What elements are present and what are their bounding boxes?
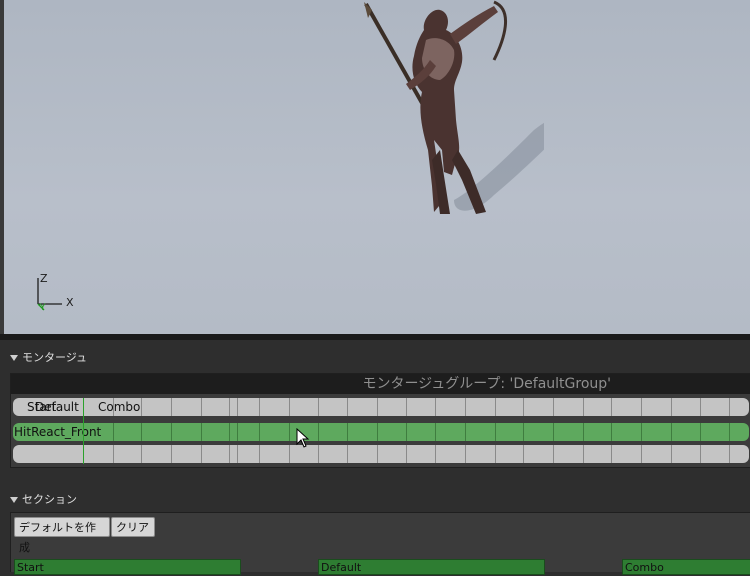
track-cell-divider [553, 423, 554, 441]
track-cell-divider [465, 445, 466, 463]
track-cell-divider [583, 445, 584, 463]
track-cell-divider [523, 398, 524, 416]
collapse-arrow-icon[interactable] [10, 354, 18, 361]
collapse-arrow-icon[interactable] [10, 496, 18, 503]
track-cell-divider [611, 445, 612, 463]
montage-header-label: モンタージュ [22, 351, 88, 364]
track-cell-divider [435, 398, 436, 416]
track-cell-divider [377, 445, 378, 463]
track-cell-divider [347, 423, 348, 441]
track-cell-divider [671, 423, 672, 441]
track-cell-divider [641, 445, 642, 463]
track-cell-divider [700, 423, 701, 441]
track-cell-divider [171, 398, 172, 416]
track-cell-divider [406, 423, 407, 441]
section-track[interactable]: Start Default Combo [13, 398, 749, 416]
track-cell-divider [729, 398, 730, 416]
track-cell-divider [377, 423, 378, 441]
track-cell-divider [237, 445, 238, 463]
x-axis-label: X [66, 296, 74, 309]
track-cell-divider [259, 398, 260, 416]
track-cell-divider [700, 445, 701, 463]
track-cell-divider [318, 445, 319, 463]
slot-track[interactable]: HitReact_Front [13, 423, 749, 441]
track-cell-divider [201, 398, 202, 416]
track-cell-divider [583, 398, 584, 416]
track-cell-divider [229, 398, 230, 416]
slot-anim-label[interactable]: HitReact_Front [14, 423, 101, 441]
track-cell-divider [141, 423, 142, 441]
track-cell-divider [229, 445, 230, 463]
character-preview-image [344, 0, 572, 230]
track-cell-divider [259, 445, 260, 463]
track-cell-divider [318, 423, 319, 441]
empty-slot-track[interactable] [13, 445, 749, 463]
track-cell-divider [289, 445, 290, 463]
track-cell-divider [113, 398, 114, 416]
z-axis-label: Z [40, 272, 48, 285]
track-cell-divider [171, 423, 172, 441]
track-cell-divider [377, 398, 378, 416]
track-cell-divider [113, 445, 114, 463]
montage-group-title: モンタージュグループ: 'DefaultGroup' [11, 374, 750, 394]
track-cell-divider [641, 423, 642, 441]
track-cell-divider [611, 423, 612, 441]
track-cell-divider [237, 398, 238, 416]
section-panel-header[interactable]: セクション [4, 490, 750, 510]
track-cell-divider [347, 445, 348, 463]
track-cell-divider [729, 445, 730, 463]
axis-gizmo: Z X Y [32, 270, 92, 320]
section-header-label: セクション [22, 493, 77, 506]
mouse-cursor-icon [296, 427, 310, 448]
clear-button[interactable]: クリア [111, 517, 155, 537]
panel-splitter[interactable] [0, 334, 750, 340]
track-cell-divider [465, 423, 466, 441]
y-axis-label: Y [40, 303, 46, 313]
track-cell-divider [259, 423, 260, 441]
preview-viewport[interactable]: Z X Y [4, 0, 750, 334]
montage-panel-header[interactable]: モンタージュ [4, 348, 750, 368]
track-cell-divider [347, 398, 348, 416]
section-label-default[interactable]: Default [35, 398, 79, 416]
track-cell-divider [406, 398, 407, 416]
track-cell-divider [611, 398, 612, 416]
track-cell-divider [465, 398, 466, 416]
track-cell-divider [553, 445, 554, 463]
track-cell-divider [729, 423, 730, 441]
track-cell-divider [318, 398, 319, 416]
track-cell-divider [171, 445, 172, 463]
track-cell-divider [495, 398, 496, 416]
track-cell-divider [229, 423, 230, 441]
montage-editor: モンタージュグループ: 'DefaultGroup' Start Default… [10, 373, 750, 468]
track-cell-divider [141, 445, 142, 463]
track-cell-divider [201, 445, 202, 463]
section-bar-combo[interactable]: Combo [622, 559, 750, 575]
section-editor: デフォルトを作成 クリア Start Default Combo [10, 512, 750, 575]
track-cell-divider [435, 445, 436, 463]
section-bar-default[interactable]: Default [318, 559, 545, 575]
track-cell-divider [406, 445, 407, 463]
section-label-combo[interactable]: Combo [98, 398, 140, 416]
create-default-button[interactable]: デフォルトを作成 [14, 517, 110, 554]
track-cell-divider [700, 398, 701, 416]
track-cell-divider [523, 423, 524, 441]
track-cell-divider [671, 445, 672, 463]
track-cell-divider [641, 398, 642, 416]
track-cell-divider [201, 423, 202, 441]
section-bar-start[interactable]: Start [14, 559, 241, 575]
track-cell-divider [553, 398, 554, 416]
track-cell-divider [523, 445, 524, 463]
track-cell-divider [495, 445, 496, 463]
track-cell-divider [583, 423, 584, 441]
track-cell-divider [237, 423, 238, 441]
track-cell-divider [113, 423, 114, 441]
track-cell-divider [671, 398, 672, 416]
track-cell-divider [435, 423, 436, 441]
track-cell-divider [289, 398, 290, 416]
track-cell-divider [495, 423, 496, 441]
track-cell-divider [141, 398, 142, 416]
playhead-marker[interactable] [83, 398, 84, 464]
track-cell-divider [289, 423, 290, 441]
